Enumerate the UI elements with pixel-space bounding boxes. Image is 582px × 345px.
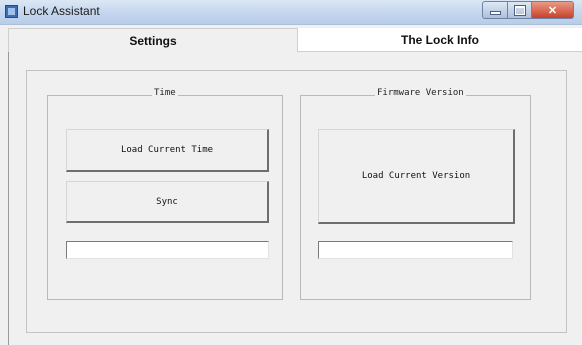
- minimize-icon: [490, 12, 500, 14]
- firmware-version-group: Firmware Version Load Current Version: [300, 88, 531, 300]
- app-icon: [5, 5, 18, 18]
- window-title: Lock Assistant: [23, 4, 100, 18]
- tab-bar: Settings The Lock Info: [8, 28, 582, 52]
- settings-panel: Time Load Current Time Sync Firmware Ver…: [26, 70, 567, 333]
- time-group: Time Load Current Time Sync: [47, 88, 283, 300]
- lock-assistant-window: Lock Assistant ✕ Settings The Lock Info …: [0, 0, 582, 345]
- maximize-button[interactable]: [508, 1, 532, 19]
- settings-tab-page: Time Load Current Time Sync Firmware Ver…: [8, 52, 582, 345]
- firmware-version-field[interactable]: [318, 241, 513, 259]
- title-bar[interactable]: Lock Assistant ✕: [0, 0, 582, 25]
- load-current-version-button[interactable]: Load Current Version: [318, 129, 515, 224]
- firmware-group-legend: Firmware Version: [375, 88, 466, 98]
- window-controls: ✕: [482, 1, 574, 19]
- sync-button[interactable]: Sync: [66, 181, 269, 223]
- close-icon: ✕: [547, 4, 558, 17]
- time-field[interactable]: [66, 241, 269, 259]
- minimize-button[interactable]: [482, 1, 508, 19]
- tab-lock-info[interactable]: The Lock Info: [298, 28, 582, 52]
- close-button[interactable]: ✕: [532, 1, 574, 19]
- maximize-icon: [514, 5, 525, 15]
- time-group-legend: Time: [152, 88, 178, 98]
- load-current-time-button[interactable]: Load Current Time: [66, 129, 269, 172]
- tab-settings[interactable]: Settings: [8, 28, 298, 52]
